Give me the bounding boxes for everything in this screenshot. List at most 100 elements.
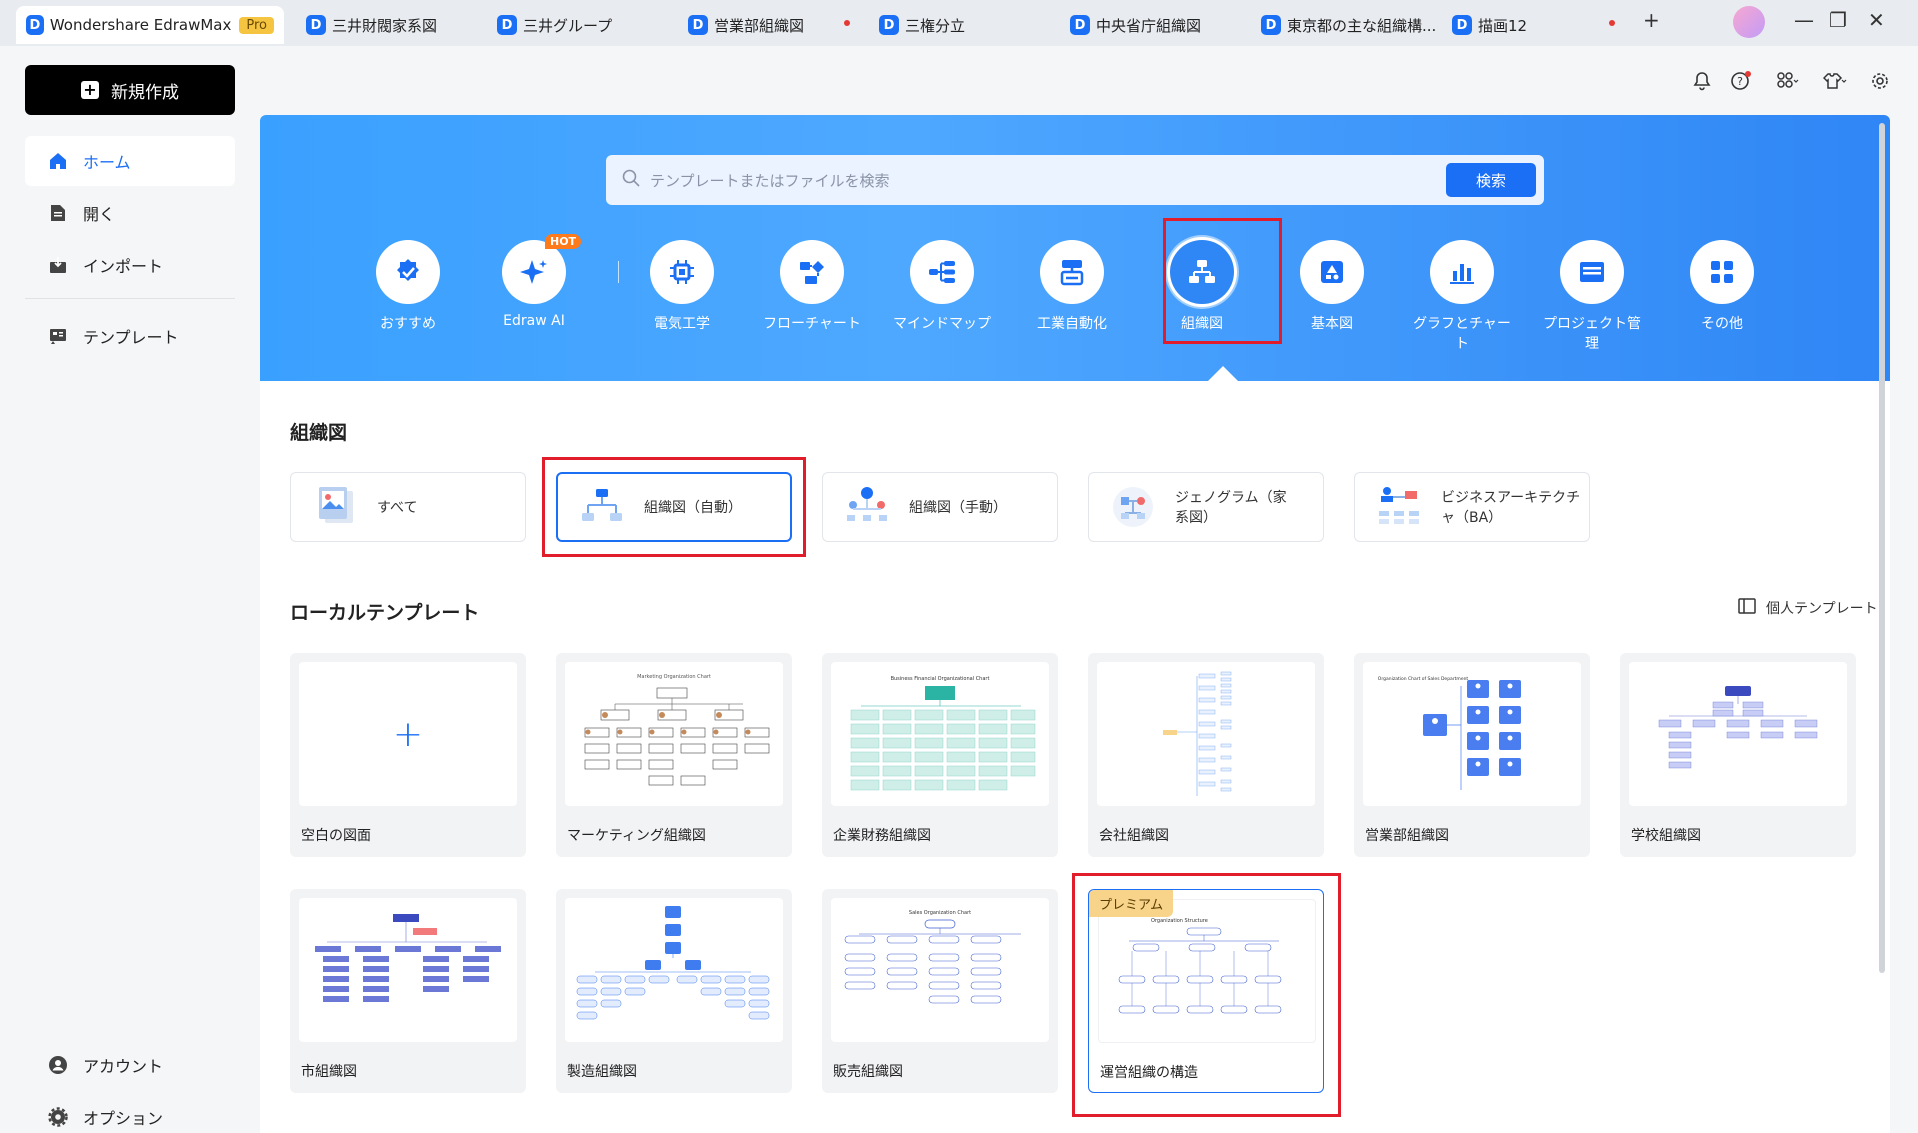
close-button[interactable]: ✕ <box>1868 8 1885 32</box>
sidebar-item-options[interactable]: オプション <box>25 1092 235 1133</box>
category-other[interactable]: その他 <box>1667 240 1777 333</box>
file-open-icon <box>47 202 69 224</box>
highlight-box <box>1163 218 1282 344</box>
document-icon: D <box>1261 15 1281 35</box>
template-card[interactable]: 学校組織図 <box>1620 653 1856 857</box>
tab-label: 中央省庁組織図 <box>1096 16 1202 35</box>
category-label: グラフとチャート <box>1413 316 1511 352</box>
sidebar-item-home[interactable]: ホーム <box>25 136 235 186</box>
user-avatar[interactable] <box>1733 6 1765 38</box>
tab-document[interactable]: D 三井グループ <box>497 6 612 44</box>
template-card[interactable]: 会社組織図 <box>1088 653 1324 857</box>
new-tab-button[interactable]: + <box>1643 8 1660 32</box>
sidebar-item-label: オプション <box>83 1109 164 1128</box>
template-card[interactable]: Business Financial Organizational Chart … <box>822 653 1058 857</box>
plus-icon: + <box>81 81 99 99</box>
tab-document[interactable]: D 東京都の主な組織構... <box>1261 6 1436 44</box>
template-card[interactable]: 市組織図 <box>290 889 526 1093</box>
thumbnail-title: Sales Organization Chart <box>909 910 971 916</box>
template-card[interactable]: 製造組織図 <box>556 889 792 1093</box>
template-thumbnail: Organization Chart of Sales Department <box>1363 662 1581 806</box>
main-content: テンプレートまたはファイルを検索 検索 おすすめ HOT Edraw AI 電気… <box>260 115 1890 1133</box>
document-icon: D <box>879 15 899 35</box>
sidebar-item-templates[interactable]: テンプレート <box>25 311 235 361</box>
template-name: 学校組織図 <box>1631 828 1701 844</box>
automation-icon <box>1040 240 1104 304</box>
tab-document[interactable]: D 三井財閥家系図 <box>306 6 437 44</box>
subcategory-genogram[interactable]: ジェノグラム（家系図） <box>1088 472 1324 542</box>
search-button[interactable]: 検索 <box>1446 163 1536 197</box>
category-basic[interactable]: 基本図 <box>1277 240 1387 333</box>
personal-templates-label: 個人テンプレート <box>1766 601 1878 617</box>
thumbnail-title: Marketing Organization Chart <box>637 674 711 680</box>
plus-icon: + <box>392 713 424 755</box>
sidebar-item-account[interactable]: アカウント <box>25 1040 235 1090</box>
sidebar-item-open[interactable]: 開く <box>25 188 235 238</box>
settings-gear-icon[interactable] <box>1867 68 1893 94</box>
template-card[interactable]: Sales Organization Chart 販売組織図 <box>822 889 1058 1093</box>
tab-label: 東京都の主な組織構... <box>1287 16 1437 35</box>
sidebar-item-import[interactable]: インポート <box>25 240 235 290</box>
subcategory-manual-org-chart[interactable]: 組織図（手動） <box>822 472 1058 542</box>
category-label: 工業自動化 <box>1037 316 1107 332</box>
tab-label: 三権分立 <box>905 16 966 35</box>
category-edraw-ai[interactable]: HOT Edraw AI <box>479 234 589 329</box>
category-project-management[interactable]: プロジェクト管理 <box>1537 240 1647 353</box>
mindmap-icon <box>910 240 974 304</box>
template-name: 会社組織図 <box>1099 828 1169 844</box>
help-icon[interactable]: ? <box>1728 68 1754 94</box>
tab-document[interactable]: D 営業部組織図 <box>688 6 804 44</box>
document-icon: D <box>306 15 326 35</box>
highlight-box <box>542 457 806 557</box>
category-recommended[interactable]: おすすめ <box>353 240 463 333</box>
apps-grid-icon[interactable] <box>1775 68 1801 94</box>
search-input[interactable]: テンプレートまたはファイルを検索 <box>650 170 890 191</box>
template-name: マーケティング組織図 <box>567 828 706 844</box>
template-name: 企業財務組織図 <box>833 828 931 844</box>
category-graphs-charts[interactable]: グラフとチャート <box>1407 240 1517 353</box>
shirt-theme-icon[interactable] <box>1822 68 1848 94</box>
new-document-button[interactable]: + 新規作成 <box>25 65 235 115</box>
section-title: 組織図 <box>290 422 348 444</box>
subcategory-business-architecture[interactable]: ビジネスアーキテクチャ（BA） <box>1354 472 1590 542</box>
template-thumbnail: Sales Organization Chart <box>831 898 1049 1042</box>
tab-document[interactable]: D 三権分立 <box>879 6 965 44</box>
subcategory-all[interactable]: すべて <box>290 472 526 542</box>
search-icon <box>622 169 640 191</box>
genogram-icon <box>1113 487 1153 527</box>
category-label: フローチャート <box>763 316 861 332</box>
pro-badge: Pro <box>239 16 274 34</box>
bell-icon[interactable] <box>1689 68 1715 94</box>
minimize-button[interactable]: — <box>1794 8 1814 32</box>
document-icon: D <box>1452 15 1472 35</box>
badge-check-icon <box>376 240 440 304</box>
search-bar[interactable]: テンプレートまたはファイルを検索 検索 <box>606 155 1544 205</box>
unsaved-dot <box>844 20 850 26</box>
personal-templates-button[interactable]: 個人テンプレート <box>1738 598 1878 618</box>
tab-document[interactable]: D 中央省庁組織図 <box>1070 6 1201 44</box>
template-card[interactable]: + 空白の図面 <box>290 653 526 857</box>
premium-badge: プレミアム <box>1089 890 1174 917</box>
template-card[interactable]: Organization Chart of Sales Department 営… <box>1354 653 1590 857</box>
subcategory-label: ビジネスアーキテクチャ（BA） <box>1441 490 1581 526</box>
category-electrical[interactable]: 電気工学 <box>627 240 737 333</box>
hot-badge: HOT <box>545 234 582 249</box>
home-icon <box>47 150 69 172</box>
template-card[interactable]: Marketing Organization Chart マーケティング組織図 <box>556 653 792 857</box>
template-name: 製造組織図 <box>567 1064 637 1080</box>
sidebar-item-label: ホーム <box>83 153 131 172</box>
vertical-scrollbar[interactable] <box>1879 123 1885 973</box>
category-flowchart[interactable]: フローチャート <box>757 240 867 333</box>
svg-text:?: ? <box>1737 75 1743 88</box>
new-document-label: 新規作成 <box>111 82 179 103</box>
gear-icon <box>47 1106 69 1128</box>
template-icon <box>47 325 69 347</box>
restore-button[interactable]: ❐ <box>1829 8 1847 32</box>
category-mindmap[interactable]: マインドマップ <box>887 240 997 333</box>
project-board-icon <box>1560 240 1624 304</box>
document-icon: D <box>688 15 708 35</box>
sidebar-item-label: 開く <box>83 205 116 224</box>
tab-home[interactable]: D Wondershare EdrawMax Pro <box>16 6 284 44</box>
tab-document[interactable]: D 描画12 <box>1452 6 1527 44</box>
category-industrial-automation[interactable]: 工業自動化 <box>1017 240 1127 333</box>
